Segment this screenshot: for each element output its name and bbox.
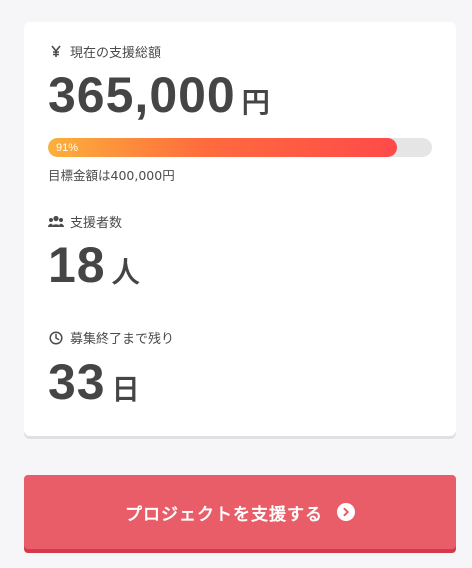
funding-amount-unit: 円 xyxy=(241,87,270,118)
supporters-count: 18 人 xyxy=(48,236,140,294)
remaining-label-row: 募集終了まで残り xyxy=(48,328,174,347)
clock-icon xyxy=(48,330,64,346)
supporters-label: 支援者数 xyxy=(70,216,123,231)
funding-goal: 目標金額は400,000円 xyxy=(48,168,175,183)
remaining-days: 33 日 xyxy=(48,353,140,411)
chevron-circle-right-icon xyxy=(337,503,355,521)
funding-amount-value: 365,000 xyxy=(48,67,236,123)
funding-progress-text: 91% xyxy=(56,141,79,154)
funding-label: 現在の支援総額 xyxy=(70,46,162,61)
stats-card: 現在の支援総額 365,000 円 91% 目標金額は400,000円 支援者数… xyxy=(24,22,456,436)
support-project-button-label: プロジェクトを支援する xyxy=(125,504,323,525)
funding-amount: 365,000 円 xyxy=(48,66,270,124)
funding-progress-bar: 91% xyxy=(48,138,432,157)
remaining-label: 募集終了まで残り xyxy=(70,332,175,347)
supporters-label-row: 支援者数 xyxy=(48,212,122,231)
yen-icon xyxy=(48,44,64,60)
supporters-count-unit: 人 xyxy=(111,257,140,288)
remaining-days-value: 33 xyxy=(48,354,106,410)
funding-progress-fill: 91% xyxy=(48,138,398,157)
supporters-count-value: 18 xyxy=(48,237,106,293)
funding-label-row: 現在の支援総額 xyxy=(48,42,161,61)
support-project-button[interactable]: プロジェクトを支援する xyxy=(24,475,456,549)
remaining-days-unit: 日 xyxy=(111,374,140,405)
users-icon xyxy=(48,214,64,230)
